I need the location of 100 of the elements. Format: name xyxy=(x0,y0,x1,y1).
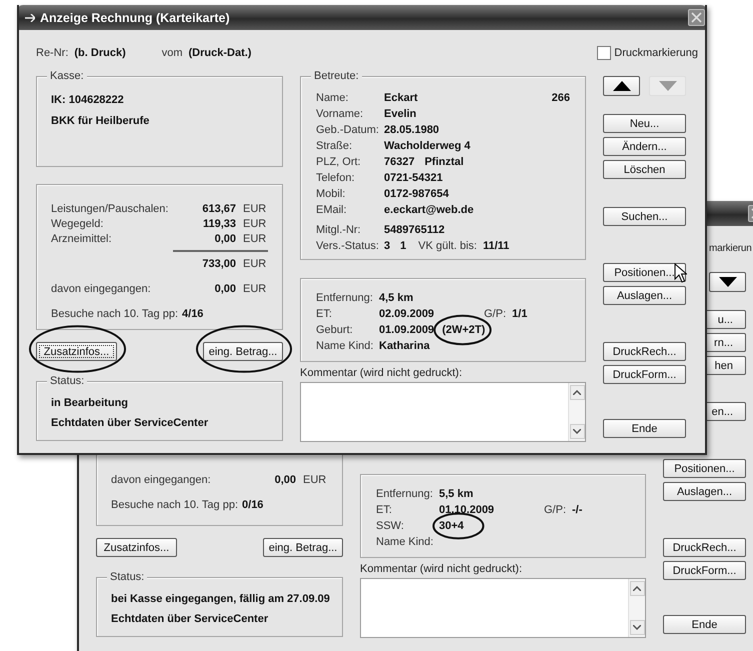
checkbox-label[interactable]: markierun xyxy=(709,243,752,254)
field-label: Geburt: xyxy=(316,324,354,336)
field-label: Straße: xyxy=(316,140,354,152)
field-label: Entfernung: xyxy=(376,488,434,500)
amount-label: davon eingegangen: xyxy=(111,474,212,486)
action-button[interactable]: en... xyxy=(707,402,746,421)
field-label: ET: xyxy=(316,308,333,320)
field-label: G/P: xyxy=(484,308,506,320)
window-icon xyxy=(25,14,35,22)
action-button[interactable]: Neu... xyxy=(603,114,686,133)
next-button[interactable] xyxy=(709,272,746,292)
action-button[interactable]: u... xyxy=(707,310,746,329)
action-button[interactable]: Ändern... xyxy=(603,137,686,156)
down-triangle-icon xyxy=(658,81,676,91)
action-button[interactable]: Ende xyxy=(603,419,686,438)
print-mark-checkbox[interactable]: Druckmarkierung xyxy=(597,46,698,60)
comment-label: Kommentar (wird nicht gedruckt): xyxy=(300,367,463,380)
field-value: (2W+2T) xyxy=(442,324,486,336)
field-value: 30+4 xyxy=(439,520,464,532)
action-button[interactable]: eing. Betrag... xyxy=(263,538,343,557)
field-label: Name Kind: xyxy=(316,340,374,352)
amount-value: 613,67 xyxy=(202,202,236,214)
field-label: Mitgl.-Nr: xyxy=(316,224,362,236)
field-label: PLZ, Ort: xyxy=(316,156,362,168)
field-label: Vers.-Status: xyxy=(316,240,380,252)
action-button[interactable]: Zusatzinfos... xyxy=(36,342,117,361)
up-triangle-icon xyxy=(612,81,630,91)
currency-label: EUR xyxy=(242,218,268,230)
action-button[interactable]: Löschen xyxy=(603,160,686,179)
action-button[interactable]: hen xyxy=(707,356,746,375)
field-label: G/P: xyxy=(544,504,566,516)
status-text: Echtdaten über ServiceCenter xyxy=(51,417,210,429)
scroll-down-icon[interactable] xyxy=(630,620,644,635)
currency-label: EUR xyxy=(242,202,268,214)
field-value: 4/16 xyxy=(182,308,204,320)
currency-label: EUR xyxy=(302,474,328,486)
field-label: Re-Nr: xyxy=(36,47,68,59)
action-button[interactable]: Suchen... xyxy=(603,207,686,226)
status-text: bei Kasse eingegangen, fällig am 27.09.09 xyxy=(111,593,328,605)
action-button[interactable]: eing. Betrag... xyxy=(203,342,283,361)
field-label: EMail: xyxy=(316,204,348,216)
field-value: 0/16 xyxy=(242,499,264,511)
field-value: 01.09.2009 xyxy=(379,324,434,336)
field-value: 76327 xyxy=(384,156,415,168)
field-value: -/- xyxy=(572,504,582,516)
amount-value: 733,00 xyxy=(202,258,236,270)
amount-value: 0,00 xyxy=(274,474,296,486)
field-label: Mobil: xyxy=(316,188,346,200)
action-button[interactable]: DruckForm... xyxy=(603,365,686,384)
field-label: Besuche nach 10. Tag pp: xyxy=(51,308,178,320)
currency-label: EUR xyxy=(242,282,268,294)
scroll-up-icon[interactable] xyxy=(570,385,584,400)
amount-label: Arzneimittel: xyxy=(51,232,113,244)
amount-label: Leistungen/Pauschalen: xyxy=(51,202,170,214)
field-label: Vorname: xyxy=(316,108,364,120)
field-value: 3 xyxy=(384,240,390,252)
close-button[interactable] xyxy=(688,9,705,26)
amount-label: Wegegeld: xyxy=(51,218,104,230)
field-value: (b. Druck) xyxy=(74,47,126,59)
amount-label: davon eingegangen: xyxy=(51,282,152,294)
field-label: VK gült. bis: xyxy=(418,240,477,252)
action-button[interactable]: Auslagen... xyxy=(603,286,686,305)
field-value: 0172-987654 xyxy=(384,188,449,200)
amount-value: 119,33 xyxy=(202,218,236,230)
field-value: 11/11 xyxy=(482,240,510,252)
down-triangle-icon xyxy=(718,277,736,287)
field-value: 5489765112 xyxy=(384,224,445,236)
amount-value: 0,00 xyxy=(214,232,236,244)
field-label: vom xyxy=(162,47,183,59)
field-label: Name: xyxy=(316,92,350,104)
action-button[interactable]: DruckForm... xyxy=(663,561,746,580)
action-button[interactable]: DruckRech... xyxy=(603,342,686,361)
field-label: Name Kind: xyxy=(376,536,434,548)
action-button[interactable]: Positionen... xyxy=(663,459,746,478)
field-value: 1 xyxy=(400,240,406,252)
action-button[interactable]: Positionen... xyxy=(603,263,686,282)
field-value: 01.10.2009 xyxy=(439,504,494,516)
action-button[interactable]: Auslagen... xyxy=(663,482,746,501)
previous-button[interactable] xyxy=(603,76,640,96)
field-value: Katharina xyxy=(379,340,430,352)
comment-field[interactable] xyxy=(360,578,646,638)
patient-number: 266 xyxy=(552,92,570,104)
scroll-down-icon[interactable] xyxy=(570,424,584,439)
field-value: 02.09.2009 xyxy=(379,308,434,320)
currency-label: EUR xyxy=(242,258,268,270)
amount-value: 0,00 xyxy=(214,282,236,294)
field-value: 1/1 xyxy=(512,308,528,320)
action-button[interactable]: rn... xyxy=(707,333,746,352)
currency-label: EUR xyxy=(242,232,268,244)
action-button[interactable]: DruckRech... xyxy=(663,538,746,557)
insurer-text: IK: 104628222 xyxy=(51,94,125,106)
field-label: Besuche nach 10. Tag pp: xyxy=(111,499,238,511)
field-value: 4,5 km xyxy=(379,292,414,304)
action-button[interactable]: Zusatzinfos... xyxy=(96,538,177,557)
field-value: Eckart xyxy=(384,92,418,104)
action-button[interactable]: Ende xyxy=(663,615,746,634)
scroll-up-icon[interactable] xyxy=(630,581,644,596)
comment-field[interactable] xyxy=(300,382,586,442)
field-label: Entfernung: xyxy=(316,292,374,304)
field-value: (Druck-Dat.) xyxy=(188,47,252,59)
